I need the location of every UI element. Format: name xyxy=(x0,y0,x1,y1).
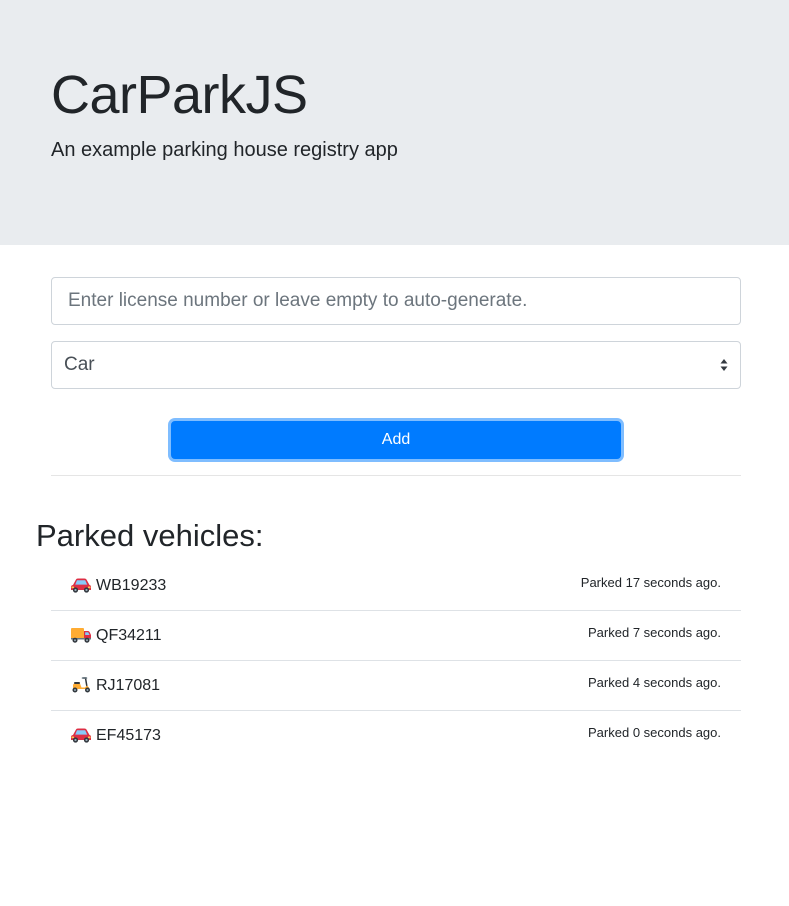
list-item: RJ17081 Parked 4 seconds ago. xyxy=(51,661,741,711)
parked-vehicles-heading: Parked vehicles: xyxy=(36,518,264,553)
add-button[interactable]: Add xyxy=(171,421,621,459)
license-number-input[interactable] xyxy=(51,277,741,325)
vehicle-parked-time: Parked 17 seconds ago. xyxy=(580,575,721,590)
vehicle-parked-time: Parked 0 seconds ago. xyxy=(588,725,721,740)
list-item: EF45173 Parked 0 seconds ago. xyxy=(51,711,741,760)
list-item: QF34211 Parked 7 seconds ago. xyxy=(51,611,741,661)
vehicle-type-select[interactable]: Car xyxy=(51,341,741,389)
vehicle-plate: WB19233 xyxy=(96,577,167,594)
select-arrows-icon xyxy=(720,359,728,371)
vehicle-plate: RJ17081 xyxy=(96,677,161,694)
vehicle-plate: EF45173 xyxy=(96,727,161,744)
parked-vehicles-list: WB19233 Parked 17 seconds ago. QF34211 P… xyxy=(51,561,741,760)
motor-scooter-icon xyxy=(72,677,90,693)
vehicle-parked-time: Parked 4 seconds ago. xyxy=(588,675,721,690)
vehicle-parked-time: Parked 7 seconds ago. xyxy=(588,625,721,640)
app-title: CarParkJS xyxy=(51,65,308,125)
red-car-icon xyxy=(71,578,91,593)
delivery-truck-icon xyxy=(71,628,91,643)
vehicle-type-selected-value: Car xyxy=(64,354,95,375)
app-subtitle: An example parking house registry app xyxy=(51,139,398,161)
vehicle-plate: QF34211 xyxy=(96,627,162,644)
header-banner: CarParkJS An example parking house regis… xyxy=(0,0,789,245)
list-item: WB19233 Parked 17 seconds ago. xyxy=(51,561,741,611)
red-car-icon xyxy=(71,728,91,743)
divider xyxy=(51,475,741,476)
